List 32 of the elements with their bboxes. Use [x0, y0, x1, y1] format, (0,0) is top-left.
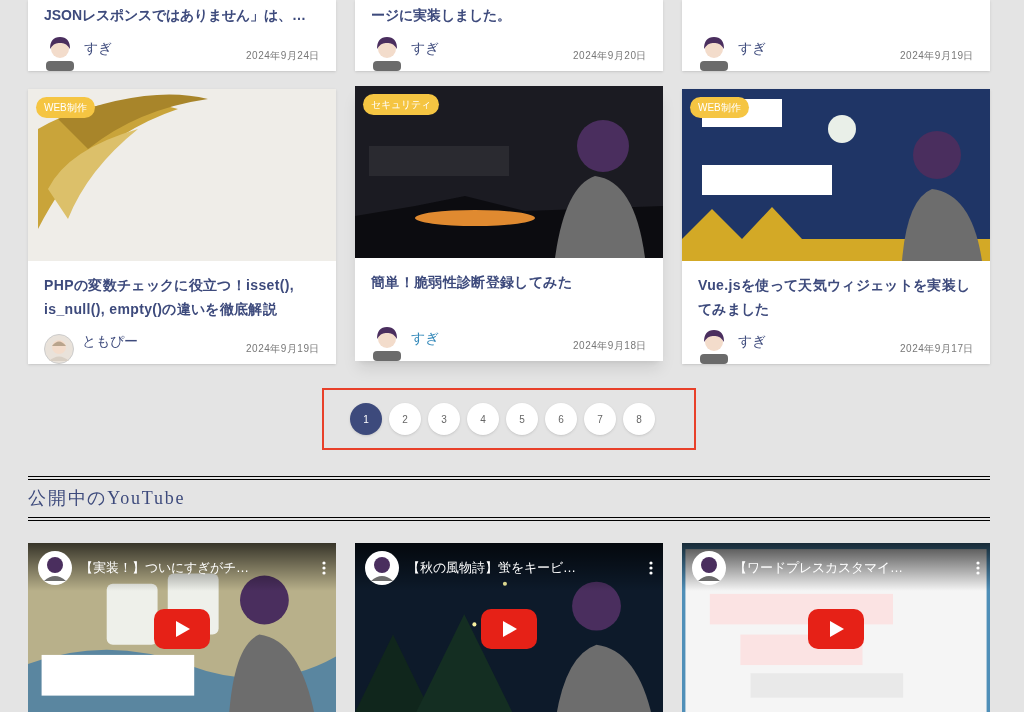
page-button[interactable]: 5 [506, 403, 538, 435]
page-button[interactable]: 3 [428, 403, 460, 435]
author-name[interactable]: すぎ [411, 328, 439, 361]
page-button[interactable]: 7 [584, 403, 616, 435]
post-date: 2024年9月18日 [573, 339, 647, 353]
post-date: 2024年9月19日 [246, 342, 320, 356]
page-button[interactable]: 4 [467, 403, 499, 435]
post-title[interactable]: JSONレスポンスではありません」は、… [44, 7, 307, 23]
post-title[interactable]: 簡単！脆弱性診断登録してみた [371, 270, 647, 294]
post-card[interactable]: ージに実装しました。 すぎ 2024年9月20日 [355, 0, 663, 71]
post-card[interactable]: WEB制作 PHPの変数チェックに役立つ！isset(), is_null(), empty()の違いを徹底解説 ともぴー 2024年9月19日 [28, 89, 336, 364]
post-title[interactable]: ージに実装しました。 [371, 7, 511, 23]
author-name[interactable]: すぎ [738, 38, 766, 71]
page-button[interactable]: 6 [545, 403, 577, 435]
post-date: 2024年9月19日 [900, 49, 974, 63]
post-card[interactable]: すぎ 2024年9月19日 [682, 0, 990, 71]
author-name[interactable]: すぎ [84, 38, 112, 71]
author-name[interactable]: すぎ [738, 331, 766, 364]
page-button[interactable]: 8 [623, 403, 655, 435]
post-card[interactable]: JSONレスポンスではありません」は、… すぎ 2024年9月24日 [28, 0, 336, 71]
post-card[interactable]: WEB制作 Vue.jsを使って天気ウィジェットを実装してみました すぎ 2024年9月17日 [682, 89, 990, 364]
page-button[interactable]: 2 [389, 403, 421, 435]
post-title[interactable]: PHPの変数チェックに役立つ！isset(), is_null(), empty()の違いを徹底解説 [44, 273, 320, 321]
section-heading: 公開中のYouTube [28, 487, 186, 510]
page-button[interactable]: 1 [350, 403, 382, 435]
author-name[interactable]: すぎ [411, 38, 439, 71]
post-date: 2024年9月24日 [246, 49, 320, 63]
post-card[interactable]: セキュリティ 簡単！脆弱性診断登録してみた すぎ 2024年9月18日 [355, 86, 663, 361]
post-date: 2024年9月20日 [573, 49, 647, 63]
author-name[interactable]: ともぴー [82, 331, 138, 364]
post-title[interactable]: Vue.jsを使って天気ウィジェットを実装してみました [698, 273, 974, 321]
post-date: 2024年9月17日 [900, 342, 974, 356]
